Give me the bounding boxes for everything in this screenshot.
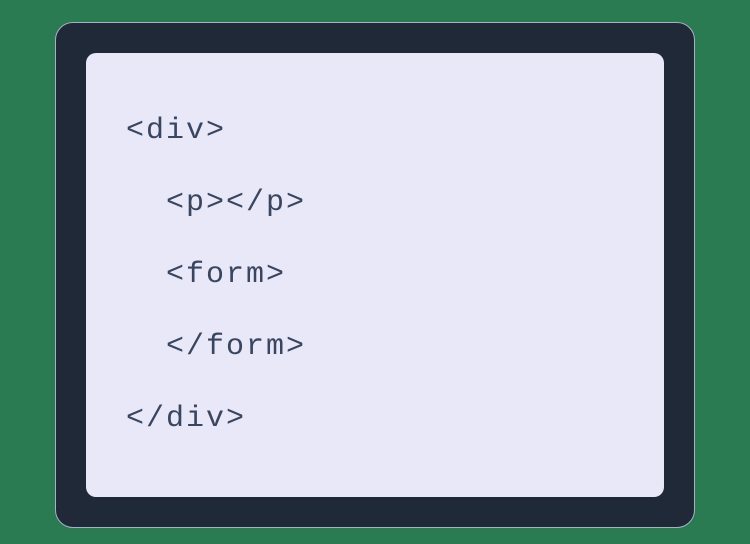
code-line-2: <p></p> <box>126 167 624 239</box>
code-line-4: </form> <box>126 311 624 383</box>
code-line-1: <div> <box>126 95 624 167</box>
code-line-5: </div> <box>126 383 624 455</box>
code-line-3: <form> <box>126 239 624 311</box>
code-panel: <div> <p></p> <form> </form> </div> <box>86 53 664 497</box>
code-frame: <div> <p></p> <form> </form> </div> <box>55 22 695 528</box>
